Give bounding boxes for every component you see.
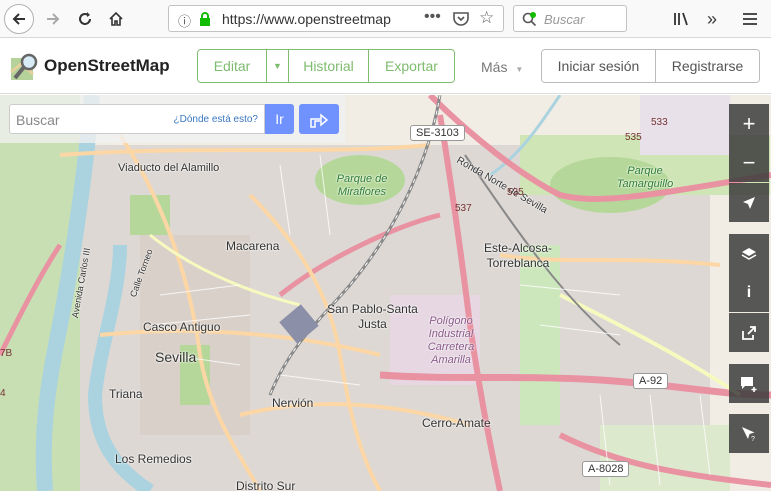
- label-este-alcosa: Este-Alcosa-Torreblanca: [483, 241, 553, 270]
- label-casco-antiguo: Casco Antiguo: [143, 320, 221, 334]
- zoom-in-button[interactable]: +: [729, 104, 769, 143]
- browser-search-field[interactable]: Buscar: [513, 5, 627, 32]
- road-badge-se3103: SE-3103: [410, 125, 465, 141]
- map-search-input[interactable]: Buscar ¿Dónde está esto?: [9, 104, 265, 134]
- login-button[interactable]: Iniciar sesión: [542, 50, 656, 82]
- caret-down-icon: ▼: [515, 65, 524, 74]
- label-san-pablo: San Pablo-Santa Justa: [327, 302, 418, 331]
- edit-group: Editar ▼ Historial Exportar: [197, 49, 455, 83]
- label-parque-tamarguillo: Parque Tamarguillo: [616, 165, 674, 190]
- label-poligono: Polígono Industrial Carretera Amarilla: [427, 315, 475, 366]
- map-key-button[interactable]: i: [729, 273, 769, 312]
- history-button[interactable]: Historial: [289, 50, 369, 82]
- more-menu[interactable]: Más ▼: [481, 59, 523, 75]
- layers-button[interactable]: [729, 234, 769, 273]
- search-engine-icon: [522, 12, 537, 27]
- map-search-panel: Buscar ¿Dónde está esto? Ir: [0, 95, 345, 143]
- road-num-4: 4: [0, 388, 6, 399]
- lock-icon: [200, 12, 210, 26]
- info-i-icon: i: [746, 283, 752, 301]
- label-distrito-sur: Distrito Sur: [236, 479, 296, 491]
- browser-search-placeholder: Buscar: [544, 12, 585, 27]
- share-button[interactable]: [729, 313, 769, 352]
- info-icon[interactable]: ⓘ: [178, 11, 191, 30]
- road-num-533: 533: [651, 117, 668, 128]
- label-parque-miraflores: Parque de Miraflores: [336, 173, 388, 198]
- page-actions-icon[interactable]: •••: [424, 8, 441, 26]
- caret-down-icon: ▼: [273, 61, 282, 71]
- note-add-icon: [741, 376, 757, 392]
- label-cerro-amate: Cerro-Amate: [422, 416, 491, 430]
- hamburger-menu-icon[interactable]: [735, 4, 765, 34]
- road-num-535a: 535: [625, 132, 642, 143]
- bookmark-star-icon[interactable]: ☆: [479, 8, 494, 28]
- directions-icon: [310, 113, 329, 128]
- url-bar[interactable]: ⓘ https://www.openstreetmap ••• ☆: [168, 5, 504, 32]
- map-tiles: [0, 95, 771, 491]
- back-icon[interactable]: [4, 4, 34, 34]
- where-is-this-link[interactable]: ¿Dónde está esto?: [174, 114, 259, 125]
- label-viaducto: Viaducto del Alamillo: [118, 162, 220, 174]
- locate-arrow-icon: [743, 196, 755, 209]
- pointer-query-icon: ?: [742, 426, 755, 442]
- url-text[interactable]: https://www.openstreetmap: [222, 11, 398, 27]
- library-icon[interactable]: [667, 4, 697, 34]
- road-num-535b: 535: [507, 187, 524, 198]
- road-num-537: 537: [455, 203, 472, 214]
- home-icon[interactable]: [101, 4, 131, 34]
- map-canvas[interactable]: Viaducto del Alamillo Macarena Casco Ant…: [0, 95, 771, 491]
- pocket-icon[interactable]: [453, 12, 469, 26]
- overflow-chevron-icon[interactable]: »: [697, 4, 727, 34]
- go-button[interactable]: Ir: [265, 104, 294, 134]
- road-badge-a8028: A-8028: [582, 461, 630, 477]
- edit-dropdown-button[interactable]: ▼: [267, 50, 289, 82]
- locate-button[interactable]: [729, 183, 769, 222]
- share-icon: [742, 325, 756, 340]
- signup-button[interactable]: Registrarse: [656, 50, 759, 82]
- add-note-button[interactable]: [729, 364, 769, 403]
- zoom-out-button[interactable]: −: [729, 143, 769, 182]
- export-button[interactable]: Exportar: [369, 50, 454, 82]
- road-badge-a92: A-92: [633, 373, 669, 389]
- reload-icon[interactable]: [70, 4, 100, 34]
- forward-icon[interactable]: [38, 4, 68, 34]
- logo-text[interactable]: OpenStreetMap: [44, 56, 170, 76]
- label-nervion: Nervión: [272, 396, 314, 410]
- query-features-button[interactable]: ?: [729, 414, 769, 453]
- more-label: Más: [481, 59, 508, 75]
- label-macarena: Macarena: [226, 239, 280, 253]
- osm-logo-icon[interactable]: [9, 52, 41, 82]
- road-num-7b: 7B: [0, 348, 13, 359]
- edit-button[interactable]: Editar: [198, 50, 267, 82]
- svg-text:?: ?: [751, 436, 755, 442]
- map-search-placeholder: Buscar: [16, 112, 60, 128]
- layers-icon: [741, 247, 757, 260]
- user-group: Iniciar sesión Registrarse: [541, 49, 760, 83]
- browser-toolbar: ⓘ https://www.openstreetmap ••• ☆ Buscar…: [0, 0, 771, 38]
- label-triana: Triana: [109, 387, 143, 401]
- label-sevilla: Sevilla: [155, 349, 197, 365]
- directions-button[interactable]: [299, 104, 339, 134]
- label-los-remedios: Los Remedios: [115, 452, 192, 466]
- osm-header: OpenStreetMap Editar ▼ Historial Exporta…: [0, 38, 771, 94]
